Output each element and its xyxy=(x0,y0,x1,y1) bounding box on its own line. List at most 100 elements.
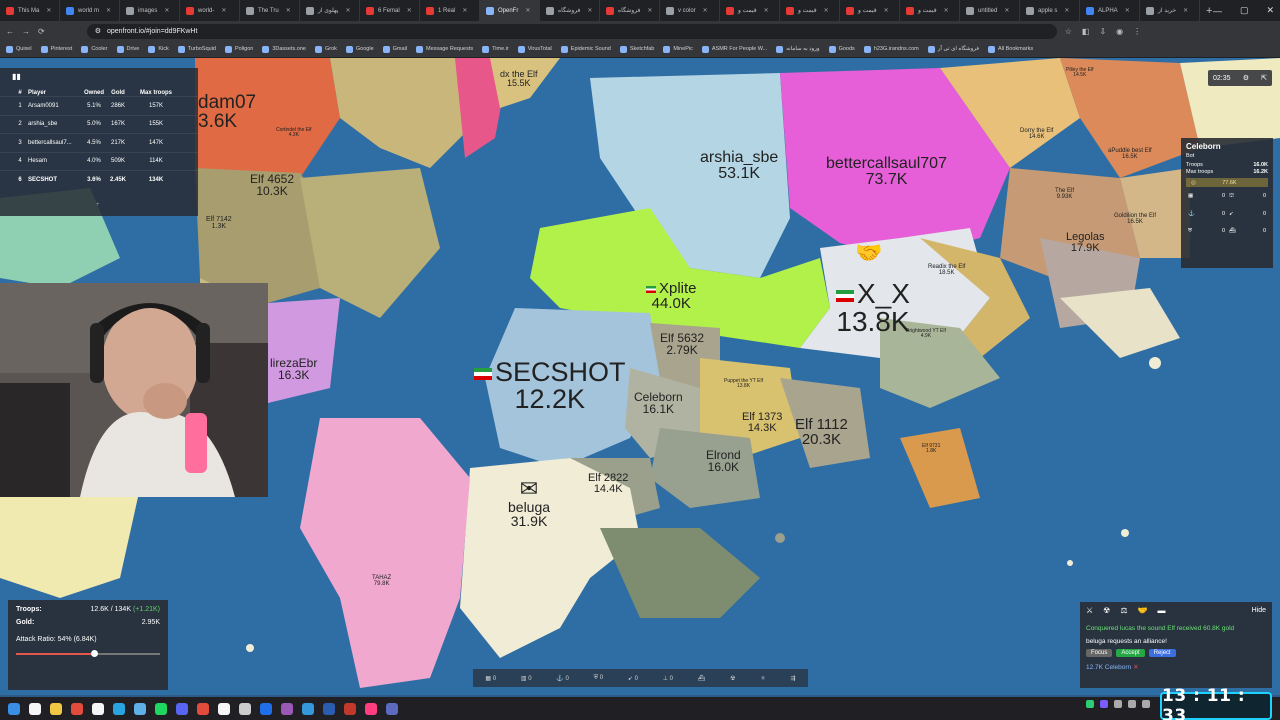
back-icon[interactable]: ← xyxy=(6,27,14,36)
tab-close-icon[interactable]: ✕ xyxy=(164,7,169,14)
bookmark-item[interactable]: Sketchfab xyxy=(619,45,654,53)
browser-tab[interactable]: ALPHA ✕ xyxy=(1080,0,1140,21)
trade-icon[interactable]: ⚖ xyxy=(1120,606,1127,615)
tab-close-icon[interactable]: ✕ xyxy=(944,7,949,14)
sword-icon[interactable]: ⚔ xyxy=(1086,606,1093,615)
taskbar-app-icon[interactable] xyxy=(197,702,209,715)
bookmark-item[interactable]: Goods xyxy=(828,45,855,53)
tab-close-icon[interactable]: ✕ xyxy=(525,7,530,14)
bookmark-item[interactable]: VirusTotal xyxy=(517,45,552,53)
tab-close-icon[interactable]: ✕ xyxy=(1004,7,1009,14)
build-city-button[interactable]: ▦ 0 xyxy=(485,675,496,682)
tray-icon[interactable] xyxy=(1142,700,1150,708)
focus-button[interactable]: Focus xyxy=(1086,649,1113,657)
handshake-filter-icon[interactable]: 🤝 xyxy=(1138,606,1148,615)
taskbar-app-icon[interactable] xyxy=(239,702,251,715)
events-hide-button[interactable]: Hide xyxy=(1252,607,1266,614)
taskbar-app-icon[interactable] xyxy=(134,702,146,715)
close-icon[interactable]: ✕ xyxy=(1266,5,1274,16)
build-defense-button[interactable]: ⛨ 0 xyxy=(594,675,604,682)
browser-tab[interactable]: فروشگاه ✕ xyxy=(540,0,600,21)
build-port-button[interactable]: ⚓ 0 xyxy=(556,675,568,682)
forward-icon[interactable]: → xyxy=(22,27,30,36)
attack-ratio-knob[interactable] xyxy=(90,650,98,657)
tab-close-icon[interactable]: ✕ xyxy=(587,7,592,14)
taskbar-app-icon[interactable] xyxy=(302,702,314,715)
browser-tab[interactable]: فروشگاه ✕ xyxy=(600,0,660,21)
build-hydrogen-button[interactable]: ⚛ xyxy=(760,675,765,682)
tab-close-icon[interactable]: ✕ xyxy=(884,7,889,14)
tab-close-icon[interactable]: ✕ xyxy=(1064,7,1069,14)
taskbar-app-icon[interactable] xyxy=(155,702,167,715)
bookmark-item[interactable]: Gmail xyxy=(382,45,407,53)
sort-gold[interactable]: Gold xyxy=(106,90,130,96)
tab-close-icon[interactable]: ✕ xyxy=(764,7,769,14)
settings-icon[interactable]: ⚙ xyxy=(1243,74,1249,82)
tray-icon[interactable] xyxy=(1086,700,1094,708)
bookmark-item[interactable]: Poligon xyxy=(224,45,253,53)
browser-tab[interactable]: پهلوی از ✕ xyxy=(300,0,360,21)
tab-close-icon[interactable]: ✕ xyxy=(46,7,51,14)
bookmark-item[interactable]: Time.ir xyxy=(482,45,509,53)
tab-close-icon[interactable]: ✕ xyxy=(407,7,412,14)
taskbar-app-icon[interactable] xyxy=(365,702,377,715)
bookmark-item[interactable]: Drive xyxy=(116,45,139,53)
maximize-icon[interactable]: ▢ xyxy=(1240,5,1249,16)
taskbar-app-icon[interactable] xyxy=(323,702,335,715)
tab-close-icon[interactable]: ✕ xyxy=(286,7,291,14)
bookmark-item[interactable]: Google xyxy=(345,45,374,53)
attack-ratio-slider[interactable] xyxy=(16,650,160,657)
taskbar-app-icon[interactable] xyxy=(260,702,272,715)
browser-tab[interactable]: images ✕ xyxy=(120,0,180,21)
taskbar-app-icon[interactable] xyxy=(344,702,356,715)
tray-icon[interactable] xyxy=(1100,700,1108,708)
browser-tab[interactable]: This Ma ✕ xyxy=(0,0,60,21)
build-nuke-button[interactable]: ☢ xyxy=(730,675,735,682)
browser-tab[interactable]: world- ✕ xyxy=(180,0,240,21)
tab-close-icon[interactable]: ✕ xyxy=(345,7,350,14)
taskbar-app-icon[interactable] xyxy=(176,702,188,715)
territory-lirezaebr[interactable] xyxy=(268,298,340,403)
browser-tab[interactable]: untitled ✕ xyxy=(960,0,1020,21)
build-silo-button[interactable]: ➹ 0 xyxy=(628,675,638,682)
sort-max-troops[interactable]: Max troops xyxy=(130,90,182,96)
bookmark-item[interactable]: h23G.irandns.com xyxy=(863,45,919,53)
alliance-envelope-icon[interactable]: ✉ xyxy=(508,478,550,500)
build-sam-button[interactable]: ⊥ 0 xyxy=(663,675,673,682)
profile-icon[interactable]: ◉ xyxy=(1116,27,1123,36)
accept-button[interactable]: Accept xyxy=(1116,649,1145,657)
taskbar-app-icon[interactable] xyxy=(92,702,104,715)
browser-tab[interactable]: The Tru ✕ xyxy=(240,0,300,21)
bookmark-item[interactable]: MinePic xyxy=(663,45,693,53)
tab-close-icon[interactable]: ✕ xyxy=(106,7,111,14)
menu-icon[interactable]: ⋮ xyxy=(1133,27,1141,36)
bookmark-item[interactable]: Cooler xyxy=(81,45,108,53)
taskbar-app-icon[interactable] xyxy=(113,702,125,715)
bookmark-item[interactable]: فروشگاه ای تی آر xyxy=(927,45,979,53)
browser-tab[interactable]: قیمت و ✕ xyxy=(900,0,960,21)
minimize-icon[interactable]: — xyxy=(1213,6,1222,16)
taskbar-app-icon[interactable] xyxy=(386,702,398,715)
browser-tab[interactable]: قیمت و ✕ xyxy=(840,0,900,21)
tray-icon[interactable] xyxy=(1114,700,1122,708)
exit-icon[interactable]: ⇱ xyxy=(1261,74,1267,82)
bookmark-item[interactable]: Pinterest xyxy=(40,45,72,53)
download-icon[interactable]: ⇩ xyxy=(1099,27,1106,36)
bookmark-item[interactable]: Epidemic Sound xyxy=(560,45,611,53)
site-info-icon[interactable]: ⚙ xyxy=(95,27,101,35)
browser-tab[interactable]: apple s ✕ xyxy=(1020,0,1080,21)
event-outgoing-attack[interactable]: 12.7K Celeborn ✕ xyxy=(1086,663,1266,671)
tab-close-icon[interactable]: ✕ xyxy=(1183,7,1188,14)
reload-icon[interactable]: ⟳ xyxy=(38,27,45,36)
tab-close-icon[interactable]: ✕ xyxy=(1125,7,1130,14)
tab-close-icon[interactable]: ✕ xyxy=(824,7,829,14)
leaderboard-icon[interactable]: ▮▮ xyxy=(12,72,21,81)
leaderboard-row[interactable]: 6 SECSHOT 3.6% 2.45K 134K xyxy=(0,170,198,189)
bookmark-item[interactable]: TurboSquid xyxy=(177,45,216,53)
tray-icon[interactable] xyxy=(1128,700,1136,708)
taskbar-app-icon[interactable] xyxy=(218,702,230,715)
leaderboard-row[interactable]: 2 arshia_sbe 5.0% 167K 155K xyxy=(0,114,198,134)
browser-tab[interactable]: قیمت و ✕ xyxy=(720,0,780,21)
sort-player[interactable]: Player xyxy=(28,90,82,96)
browser-tab[interactable]: 6 Femal ✕ xyxy=(360,0,420,21)
